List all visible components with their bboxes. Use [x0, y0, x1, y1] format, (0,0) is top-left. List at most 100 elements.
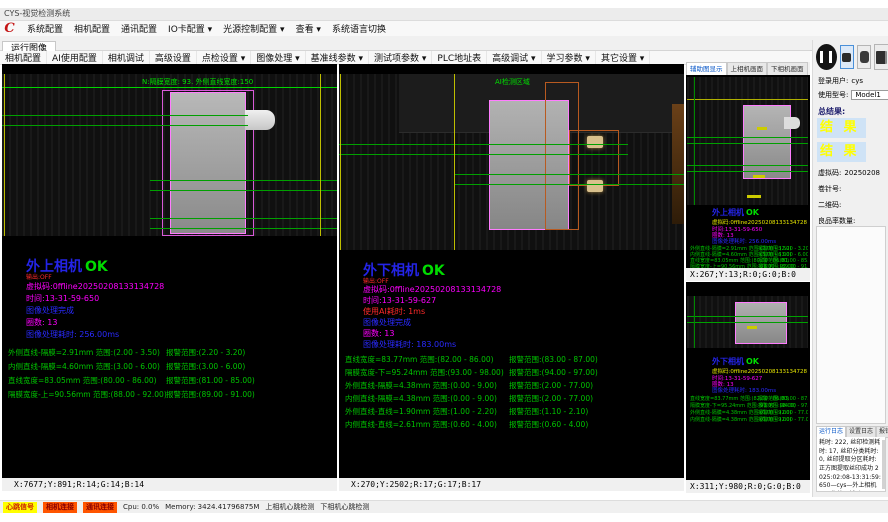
- yield-field: 良品率数量:: [818, 216, 887, 226]
- measure-line: [150, 218, 337, 219]
- pause-button[interactable]: [816, 44, 837, 70]
- statusbar: 心跳信号 相机连接 通讯连接 Cpu: 0.0% Memory: 3424.41…: [0, 500, 888, 513]
- alarm-range: 报警范围:(83.00 - 87.00): [758, 395, 808, 402]
- menu-io-config[interactable]: IO卡配置 ▾: [168, 22, 212, 35]
- menu-comm-config[interactable]: 通讯配置: [121, 22, 157, 35]
- measure-line: [455, 174, 684, 175]
- process-done-line: 图像处理完成: [363, 317, 411, 328]
- tool-plc-address[interactable]: PLC地址表: [432, 51, 487, 64]
- time-line: 时间:13-31-59-650: [26, 293, 99, 304]
- measurement-row: 隔膜宽度-下=95.24mm 范围:(93.00 - 98.00) 报警范围:(…: [345, 367, 682, 377]
- qr-field: 二维码:: [818, 200, 887, 210]
- value-tag: [747, 195, 761, 198]
- process-time-line: 图像处理耗时: 256.00ms: [26, 329, 119, 340]
- log-scrollbar[interactable]: [882, 440, 885, 489]
- tab-connector: [784, 117, 800, 129]
- tabstrip: 运行图像: [0, 36, 888, 51]
- camera-icon: [842, 53, 851, 62]
- measurement-value: 外侧直线-直线=1.90mm 范围:(1.00 - 2.20): [345, 407, 497, 416]
- aux-upper-image[interactable]: [687, 77, 808, 205]
- virtual-code-label: 虚拟码:: [818, 169, 841, 177]
- pixel-coordinate-bar: X:267;Y:13;R:0;G:0;B:0: [686, 268, 810, 281]
- model-field: 使用型号:Model1: [818, 90, 887, 100]
- width-overlay-label: N:隔膜宽度: 93. 外侧直线宽度:150: [142, 77, 253, 87]
- ref-line-yellow: [687, 99, 808, 100]
- monitor-button[interactable]: [857, 45, 871, 69]
- measure-line: [150, 180, 337, 181]
- turns-line: 圈数: 13: [26, 317, 57, 328]
- alarm-range: 报警范围:(89.00 - 91.00): [166, 389, 255, 400]
- cell-part: [735, 302, 787, 344]
- control-panel: 登录用户:cys 使用型号:Model1 总结果: 结 果 结 果 虚拟码:20…: [812, 40, 888, 497]
- measurement-row: 隔膜宽度-下=95.24mm 范围:(93.00 - 98.00) 报警范围:(…: [690, 402, 808, 409]
- model-select[interactable]: Model1: [851, 90, 888, 100]
- measure-line: [455, 184, 684, 185]
- tool-advanced-debug[interactable]: 高级调试 ▾: [487, 51, 541, 64]
- exit-door-icon: [876, 51, 887, 64]
- aux-view-column: 辅助图显示 上相机画面 下相机画面 外上相机OK 虚拟码:0f: [686, 62, 810, 493]
- tool-learning-params[interactable]: 学习参数 ▾: [542, 51, 596, 64]
- measure-line: [2, 115, 248, 116]
- tool-ai-config[interactable]: AI使用配置: [47, 51, 103, 64]
- upper-camera-view: N:隔膜宽度: 93. 外侧直线宽度:150 外上相机OK 输出:OFF 虚拟码…: [2, 64, 337, 491]
- comm-link-badge: 通讯连接: [83, 502, 117, 513]
- menu-language-switch[interactable]: 系统语言切换: [332, 22, 386, 35]
- yield-label: 良品率数量:: [818, 217, 855, 225]
- tool-camera-debug[interactable]: 相机调试: [103, 51, 150, 64]
- result-badge-upper: 结 果: [817, 118, 866, 138]
- tool-other-settings[interactable]: 其它设置 ▾: [596, 51, 650, 64]
- ai-time-line: 使用AI耗时: 1ms: [363, 306, 425, 317]
- login-user-label: 登录用户:: [818, 77, 848, 85]
- tool-baseline-params[interactable]: 基准线参数 ▾: [306, 51, 369, 64]
- aux-tab-upper[interactable]: 上相机画面: [727, 62, 768, 76]
- result-list-box: [816, 226, 886, 424]
- heartbeat-badge: 心跳信号: [3, 502, 37, 513]
- menu-view[interactable]: 查看 ▾: [296, 22, 321, 35]
- measurement-row: 外侧直线-隔膜=2.91mm 范围:(2.00 - 3.50) 报警范围:(2.…: [8, 347, 335, 357]
- upper-camera-image[interactable]: N:隔膜宽度: 93. 外侧直线宽度:150: [2, 74, 337, 236]
- aux-tabs: 辅助图显示 上相机画面 下相机画面: [686, 62, 810, 75]
- measurement-value: 隔膜宽度-下=95.24mm 范围:(93.00 - 98.00): [345, 368, 504, 377]
- alarm-range: 报警范围:(94.00 - 97.00): [758, 402, 808, 409]
- tool-test-params[interactable]: 测试项参数 ▾: [369, 51, 432, 64]
- result-badge-lower: 结 果: [817, 142, 866, 162]
- camera-result-title: 外下相机OK: [712, 356, 759, 367]
- tool-image-processing[interactable]: 图像处理 ▾: [251, 51, 305, 64]
- pixel-coordinate-bar: X:7677;Y:891;R:14;G:14;B:14: [2, 478, 337, 491]
- process-time-line: 图像处理耗时: 183.00ms: [712, 386, 776, 394]
- menu-system-config[interactable]: 系统配置: [27, 22, 63, 35]
- needle-label: 卷针号:: [818, 185, 841, 193]
- measure-line: [687, 316, 808, 317]
- titlebar: CYS-视觉检测系统: [0, 8, 888, 21]
- pixel-coordinates: X:7677;Y:891;R:14;G:14;B:14: [14, 480, 144, 489]
- measurement-value: 隔膜宽度-上=90.56mm 范围:(88.00 - 92.00): [8, 390, 167, 399]
- top-measure-line: [2, 87, 337, 88]
- measure-line: [150, 190, 337, 191]
- tool-camera-config[interactable]: 相机配置: [0, 51, 47, 64]
- tab-connector: [245, 110, 275, 130]
- camera-view-button[interactable]: [840, 45, 854, 69]
- measurement-row: 内侧直线-直线=2.61mm 范围:(0.60 - 4.00) 报警范围:(0.…: [345, 419, 682, 429]
- tool-advanced-settings[interactable]: 高级设置: [150, 51, 197, 64]
- aux-lower-image[interactable]: [687, 296, 808, 348]
- time-line: 时间:13-31-59-627: [363, 295, 436, 306]
- alarm-range: 报警范围:(3.00 - 6.00): [166, 361, 245, 372]
- tool-spot-check[interactable]: 点检设置 ▾: [197, 51, 251, 64]
- login-user-field: 登录用户:cys: [818, 76, 887, 86]
- lower-camera-image[interactable]: AI检测区域: [339, 74, 684, 250]
- aux-tab-lower[interactable]: 下相机画面: [767, 62, 808, 76]
- virtual-code-value: 20250208: [844, 169, 880, 177]
- measurement-value: 内侧直线-隔膜=4.60mm 范围:(3.00 - 6.00): [8, 362, 160, 371]
- menu-camera-config[interactable]: 相机配置: [74, 22, 110, 35]
- run-log-text: 耗时: 222, 丝印检测耗时: 17, 丝印分类耗时: 0, 丝印提取分区耗时…: [816, 437, 886, 492]
- aux-upper-view: 外上相机OK 虚拟码:0ffline20250208133134728 时间:1…: [686, 75, 810, 281]
- ref-line-yellow: [340, 74, 341, 250]
- exit-button[interactable]: [874, 44, 888, 70]
- aux-tab-assist[interactable]: 辅助图显示: [686, 62, 727, 76]
- log-tabs: 运行日志 设置日志 报错日志: [816, 426, 886, 437]
- camera-link-badge: 相机连接: [43, 502, 77, 513]
- menu-light-config[interactable]: 光源控制配置 ▾: [223, 22, 284, 35]
- alarm-range: 报警范围:(2.20 - 3.20): [166, 347, 245, 358]
- value-tag: [747, 326, 757, 329]
- virtual-code-field: 虚拟码:20250208: [818, 168, 887, 178]
